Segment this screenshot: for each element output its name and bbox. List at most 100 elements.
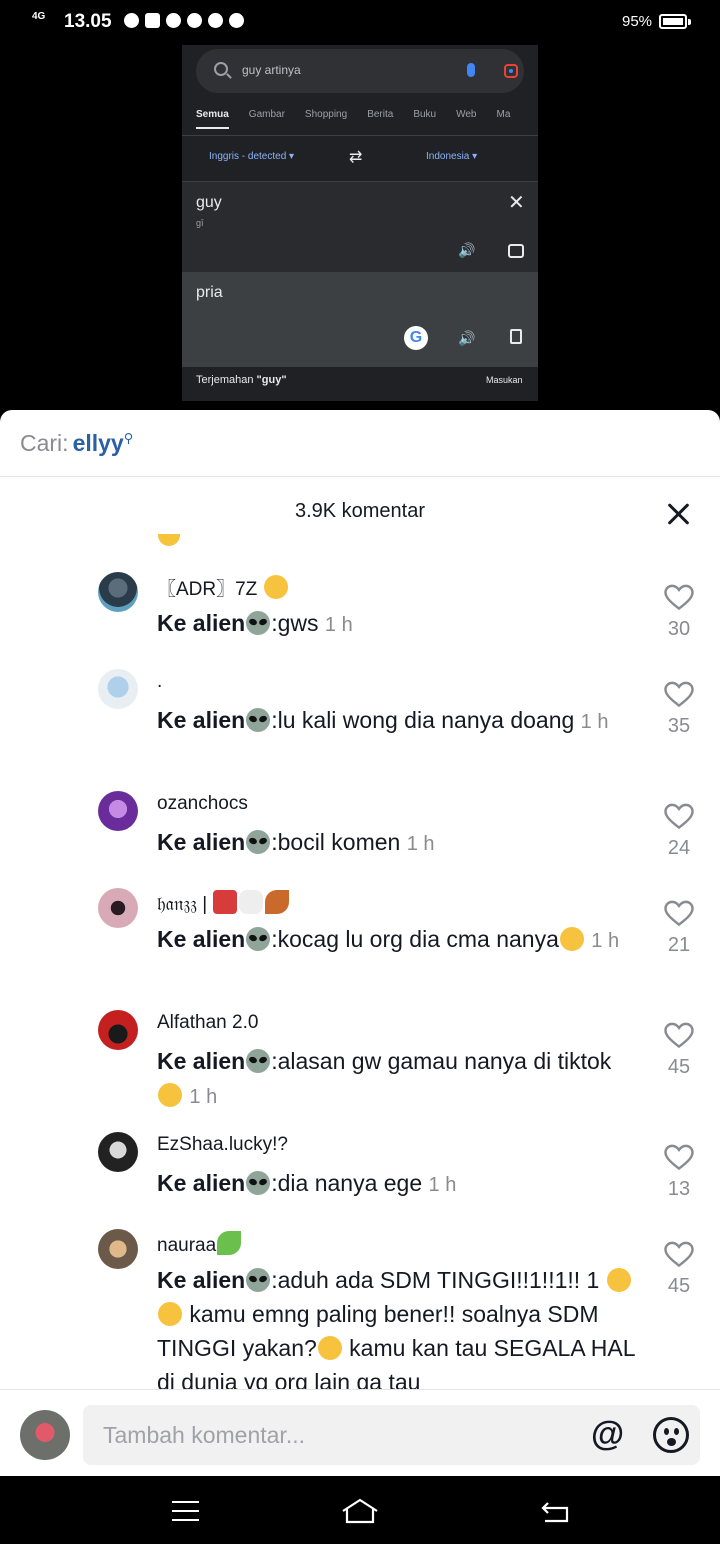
compass-icon — [208, 13, 223, 28]
like-button[interactable]: 45 — [662, 1241, 696, 1298]
home-icon[interactable] — [341, 1497, 379, 1525]
divider — [0, 476, 720, 477]
like-button[interactable]: 30 — [662, 584, 696, 641]
search-suggestion-prefix: Cari: — [20, 430, 69, 456]
my-avatar[interactable] — [20, 1410, 70, 1460]
avatar[interactable] — [98, 1010, 138, 1050]
screaming-emoji-icon — [317, 1336, 342, 1360]
like-button[interactable]: 13 — [662, 1144, 696, 1201]
reply-to[interactable]: Ke alien — [157, 1048, 245, 1074]
like-count: 24 — [667, 837, 691, 859]
comment-text: :gws — [271, 610, 319, 636]
speaker-icon: 🔊 — [458, 330, 476, 346]
reply-to[interactable]: Ke alien — [157, 926, 245, 952]
comment-username[interactable]: Alfathan 2.0 — [157, 1012, 258, 1034]
battery-cap — [688, 19, 691, 25]
source-phonetic: gī — [196, 218, 204, 228]
username-text: nauraa — [157, 1235, 217, 1256]
video-call-icon — [145, 13, 160, 28]
alien-emoji-icon — [246, 927, 271, 951]
comments-sheet: Cari: ellyy⚲ 3.9K komentar 〖ADR〗7Z Ke ali… — [0, 410, 720, 1476]
heart-icon — [664, 681, 694, 708]
chat-bubble-icon — [229, 13, 244, 28]
footer-prefix: Terjemahan — [196, 374, 257, 386]
notification-icons — [124, 13, 244, 28]
comment-username[interactable]: EzShaa.lucky!? — [157, 1134, 288, 1156]
reply-to[interactable]: Ke alien — [157, 1267, 245, 1293]
emoji-picker-icon[interactable] — [653, 1417, 689, 1453]
crying-cat-emoji-icon — [559, 927, 584, 951]
emoji-mouth — [667, 1438, 676, 1446]
heart-icon — [664, 1022, 694, 1049]
like-button[interactable]: 21 — [662, 900, 696, 957]
google-tab: Ma — [496, 109, 511, 120]
close-button[interactable] — [666, 502, 690, 526]
like-button[interactable]: 45 — [662, 1022, 696, 1079]
scarf-emoji-icon — [213, 890, 238, 914]
google-search-bar: guy artinya — [196, 49, 524, 93]
mention-button[interactable]: @ — [591, 1415, 624, 1454]
comment-time: 1 h — [591, 930, 620, 952]
comment-username[interactable]: . — [157, 671, 162, 693]
like-button[interactable]: 35 — [662, 681, 696, 738]
google-logo-icon: G — [404, 326, 428, 350]
source-text: guy — [196, 194, 222, 211]
alien-emoji-icon — [246, 611, 271, 635]
feedback-link: Masukan — [486, 375, 523, 385]
menu-icon[interactable] — [172, 1501, 199, 1521]
battery-icon — [659, 14, 687, 29]
avatar[interactable] — [98, 1229, 138, 1269]
comment-username[interactable]: 〖ADR〗7Z — [157, 574, 289, 601]
comment-input-container[interactable]: @ — [83, 1405, 700, 1465]
comment-text: :alasan gw gamau nanya di tiktok — [271, 1048, 612, 1074]
comment-list[interactable]: 〖ADR〗7Z Ke alien :gws 1 h 30 . Ke alien:l… — [0, 572, 720, 1390]
comment-text: :bocil komen — [271, 829, 401, 855]
comment-item: Alfathan 2.0 Ke alien :alasan gw gamau na… — [0, 1010, 720, 1132]
video-content[interactable]: guy artinya Semua Gambar Shopping Berita… — [182, 45, 538, 401]
username-text: ozanchocs — [157, 793, 248, 814]
heart-icon — [664, 584, 694, 611]
reply-to[interactable]: Ke alien — [157, 707, 245, 733]
comment-time: 1 h — [406, 833, 435, 855]
status-bar: 4G 13.05 95% — [0, 0, 720, 44]
lens-icon — [504, 64, 518, 78]
translation-footer: Terjemahan "guy" — [196, 374, 287, 386]
comment-username[interactable]: ozanchocs — [157, 793, 248, 815]
username-text: . — [157, 671, 163, 692]
search-suggestion[interactable]: Cari: ellyy⚲ — [20, 430, 133, 457]
avatar[interactable] — [98, 888, 138, 928]
comment-text: :aduh ada SDM TINGGI!!1!!1!! 1 — [271, 1267, 600, 1293]
avatar[interactable] — [98, 572, 138, 612]
search-suggestion-term[interactable]: ellyy — [73, 430, 124, 456]
exploding-head-emoji-icon — [606, 1268, 631, 1292]
target-panel: pria G 🔊 — [182, 272, 538, 367]
avatar[interactable] — [98, 791, 138, 831]
search-icon: ⚲ — [123, 430, 134, 446]
back-icon[interactable] — [540, 1501, 570, 1523]
username-text: Alfathan 2.0 — [157, 1012, 259, 1033]
avatar[interactable] — [98, 1132, 138, 1172]
username-text: 𝔥𝔞𝔫𝔷𝔷 | — [157, 894, 208, 915]
heart-icon — [664, 1144, 694, 1171]
comment-username[interactable]: 𝔥𝔞𝔫𝔷𝔷 | — [157, 890, 290, 916]
alien-emoji-icon — [246, 1268, 271, 1292]
target-text: pria — [196, 284, 223, 301]
avatar[interactable] — [98, 669, 138, 709]
like-button[interactable]: 24 — [662, 803, 696, 860]
comment-username[interactable]: nauraa — [157, 1231, 242, 1257]
navigation-bar — [0, 1477, 720, 1544]
reply-to[interactable]: Ke alien — [157, 829, 245, 855]
reply-to[interactable]: Ke alien — [157, 1170, 245, 1196]
comment-input[interactable] — [103, 1419, 573, 1451]
check-icon — [166, 13, 181, 28]
comment-body: Ke alien:lu kali wong dia nanya doang 1 … — [157, 703, 637, 739]
copy-icon — [510, 329, 522, 344]
screen: 4G 13.05 95% guy artinya Semua Gambar Sh… — [0, 0, 720, 1544]
crying-cat-emoji-icon — [158, 1083, 182, 1107]
heart-icon — [664, 1241, 694, 1268]
reply-to[interactable]: Ke alien — [157, 610, 245, 636]
google-tab: Buku — [413, 109, 437, 120]
like-count: 45 — [667, 1056, 691, 1078]
alien-emoji-icon — [246, 708, 271, 732]
comment-body: Ke alien :alasan gw gamau nanya di tiktok… — [157, 1044, 637, 1114]
